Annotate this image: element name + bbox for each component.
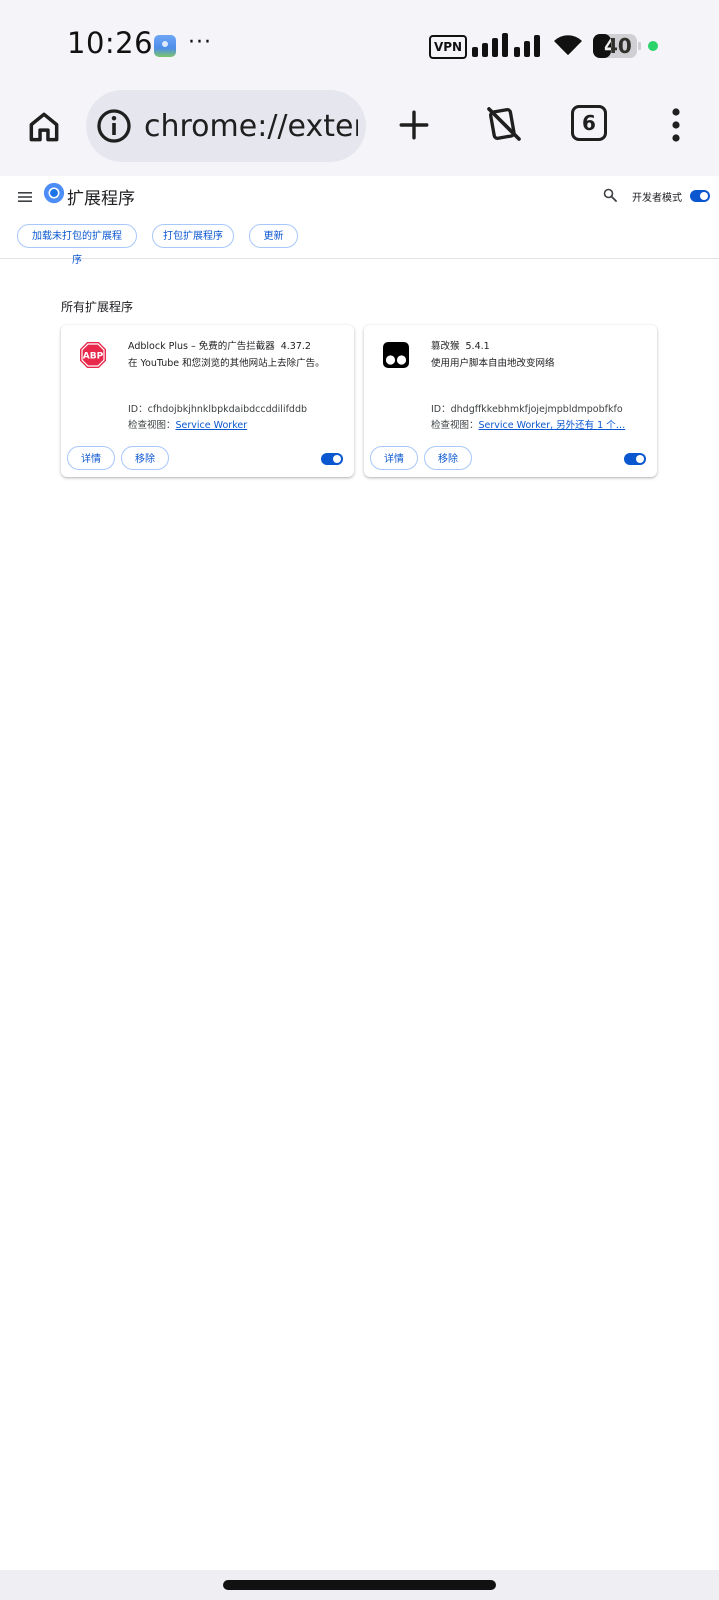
abp-icon-text: ABP [83, 352, 104, 362]
extension-id: ID：dhdgffkkebhmkfjojejmpbldmpobfkfo [431, 401, 623, 415]
extension-name: Adblock Plus – 免费的广告拦截器 4.37.2 [128, 338, 311, 352]
extension-enable-toggle[interactable] [321, 453, 343, 465]
new-tab-button[interactable] [394, 105, 434, 145]
extensions-header: 扩展程序 开发者模式 [0, 176, 719, 218]
inspect-views: 检查视图：Service Worker, 另外还有 1 个… [431, 417, 625, 431]
tabs-button[interactable]: 6 [571, 105, 607, 141]
inspect-views-link[interactable]: Service Worker [176, 420, 248, 431]
page-title: 扩展程序 [67, 189, 135, 209]
status-bar: 10:26 ··· VPN 40 [0, 0, 719, 88]
extension-name-text: Adblock Plus – 免费的广告拦截器 [128, 341, 275, 352]
home-icon [29, 112, 59, 142]
browser-toolbar: chrome://exter 6 [0, 88, 719, 176]
extension-id-value: dhdgffkkebhmkfjojejmpbldmpobfkfo [450, 404, 623, 415]
hamburger-menu-icon[interactable] [18, 191, 32, 203]
more-vert-button[interactable] [660, 102, 692, 148]
developer-actions: 加载未打包的扩展程序 打包扩展程序 更新 [0, 218, 719, 266]
plus-icon [399, 110, 429, 140]
inspect-views-label: 检查视图： [431, 420, 479, 431]
search-icon[interactable] [603, 188, 617, 202]
chrome-logo-icon [43, 182, 65, 204]
extension-card-adblock: ABP Adblock Plus – 免费的广告拦截器 4.37.2 在 YouT… [61, 325, 354, 477]
extension-id-label: ID： [128, 404, 148, 415]
vpn-icon: VPN [429, 35, 467, 59]
remove-button[interactable]: 移除 [121, 446, 169, 470]
inspect-views: 检查视图：Service Worker [128, 417, 247, 431]
url-bar[interactable]: chrome://exter [86, 90, 366, 162]
extension-enable-toggle[interactable] [624, 453, 646, 465]
status-time: 10:26 [67, 26, 154, 60]
extension-version: 5.4.1 [465, 341, 490, 352]
url-text[interactable]: chrome://exter [144, 109, 358, 144]
wifi-icon [554, 35, 582, 55]
info-icon[interactable] [96, 108, 132, 144]
abp-stop-sign-icon: ABP [80, 342, 106, 368]
extension-version: 4.37.2 [280, 341, 311, 352]
extension-id: ID：cfhdojbkjhnklbpkdaibdccddilifddb [128, 401, 307, 415]
tampermonkey-icon [383, 342, 409, 368]
extension-description: 使用用户脚本自由地改变网络 [431, 358, 555, 369]
extension-name: 篡改猴 5.4.1 [431, 338, 490, 352]
pack-extension-button[interactable]: 打包扩展程序 [152, 224, 234, 248]
extension-id-value: cfhdojbkjhnklbpkdaibdccddilifddb [147, 404, 308, 415]
more-vert-icon [672, 108, 680, 142]
gesture-nav-bar [0, 1570, 719, 1600]
privacy-dot-icon [648, 41, 658, 51]
extension-description: 在 YouTube 和您浏览的其他网站上去除广告。 [128, 358, 325, 369]
rotation-lock-icon [487, 107, 521, 141]
app-notification-icon [154, 35, 176, 57]
details-button[interactable]: 详情 [67, 446, 115, 470]
developer-mode-label: 开发者模式 [632, 193, 682, 204]
more-notifications-icon: ··· [188, 30, 212, 55]
signal-icon [472, 33, 540, 57]
home-gesture-handle[interactable] [223, 1580, 496, 1590]
inspect-views-label: 检查视图： [128, 420, 176, 431]
update-button[interactable]: 更新 [249, 224, 298, 248]
load-unpacked-button[interactable]: 加载未打包的扩展程序 [17, 224, 137, 266]
home-button[interactable] [22, 105, 66, 149]
inspect-views-link[interactable]: Service Worker, 另外还有 1 个… [479, 420, 626, 431]
extension-card-tampermonkey: 篡改猴 5.4.1 使用用户脚本自由地改变网络 ID：dhdgffkkebhmkf… [364, 325, 657, 477]
extension-name-text: 篡改猴 [431, 341, 460, 352]
developer-mode-toggle[interactable] [690, 190, 710, 202]
extension-id-label: ID： [431, 404, 451, 415]
remove-button[interactable]: 移除 [424, 446, 472, 470]
rotation-lock-button[interactable] [483, 103, 525, 145]
battery-level: 40 [604, 34, 632, 58]
section-title: 所有扩展程序 [61, 300, 134, 314]
details-button[interactable]: 详情 [370, 446, 418, 470]
